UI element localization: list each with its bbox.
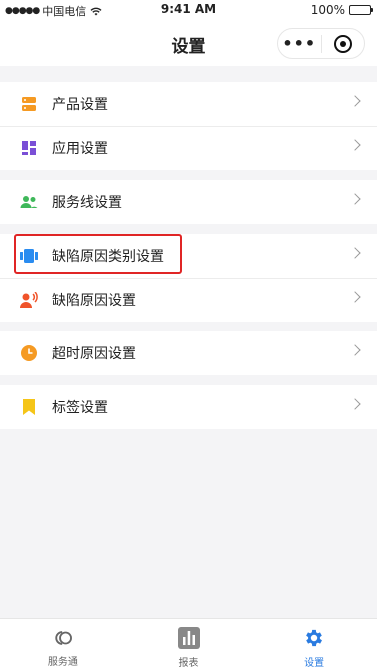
more-menu-button[interactable]: •••: [278, 30, 321, 58]
chart-icon: [177, 627, 200, 649]
bookmark-icon: [20, 398, 38, 416]
tab-reports[interactable]: 报表: [126, 619, 252, 668]
clock-icon: [20, 344, 38, 362]
team-icon: [20, 193, 38, 211]
settings-item-label: 标签设置: [52, 400, 108, 416]
highlight-box: [14, 234, 182, 274]
battery-icon: [349, 5, 373, 15]
chevron-right-icon: [349, 291, 361, 303]
settings-item-product[interactable]: 产品设置: [0, 82, 377, 126]
settings-group-product: 产品设置 应用设置: [0, 82, 377, 170]
settings-item-tags[interactable]: 标签设置: [0, 385, 377, 429]
settings-group-service-line: 服务线设置: [0, 180, 377, 224]
gear-icon: [303, 627, 325, 649]
chevron-right-icon: [349, 247, 361, 259]
chevron-right-icon: [349, 139, 361, 151]
close-icon: [333, 34, 352, 53]
settings-item-label: 产品设置: [52, 97, 108, 113]
settings-item-label: 服务线设置: [52, 195, 122, 211]
tab-label: 服务通: [47, 657, 78, 668]
reason-icon: [20, 291, 38, 309]
status-bar: ●●●●● 中国电信 9:41 AM 100%: [0, 0, 377, 20]
settings-item-label: 应用设置: [52, 141, 108, 157]
chevron-right-icon: [349, 95, 361, 107]
service-icon: [52, 627, 74, 648]
chevron-right-icon: [349, 398, 361, 410]
tab-bar: 服务通 报表 设置: [0, 618, 377, 668]
tab-settings[interactable]: 设置: [251, 619, 377, 668]
miniprogram-capsule: •••: [277, 28, 365, 59]
settings-item-defect-reason[interactable]: 缺陷原因设置: [0, 278, 377, 322]
tab-service[interactable]: 服务通: [0, 619, 126, 668]
settings-group-timeout: 超时原因设置: [0, 331, 377, 375]
settings-group-tags: 标签设置: [0, 385, 377, 429]
product-icon: [20, 95, 38, 113]
app-icon: [20, 139, 38, 157]
settings-item-timeout-reason[interactable]: 超时原因设置: [0, 331, 377, 375]
tab-label: 设置: [304, 658, 325, 668]
settings-item-label: 超时原因设置: [52, 346, 136, 362]
chevron-right-icon: [349, 344, 361, 356]
settings-item-app[interactable]: 应用设置: [0, 126, 377, 170]
settings-item-label: 缺陷原因设置: [52, 293, 136, 309]
settings-item-service-line[interactable]: 服务线设置: [0, 180, 377, 224]
close-miniprogram-button[interactable]: [322, 34, 365, 53]
tab-label: 报表: [178, 658, 199, 668]
navigation-bar: 设置 •••: [0, 20, 377, 66]
battery-percent: 100%: [310, 3, 345, 17]
chevron-right-icon: [349, 193, 361, 205]
